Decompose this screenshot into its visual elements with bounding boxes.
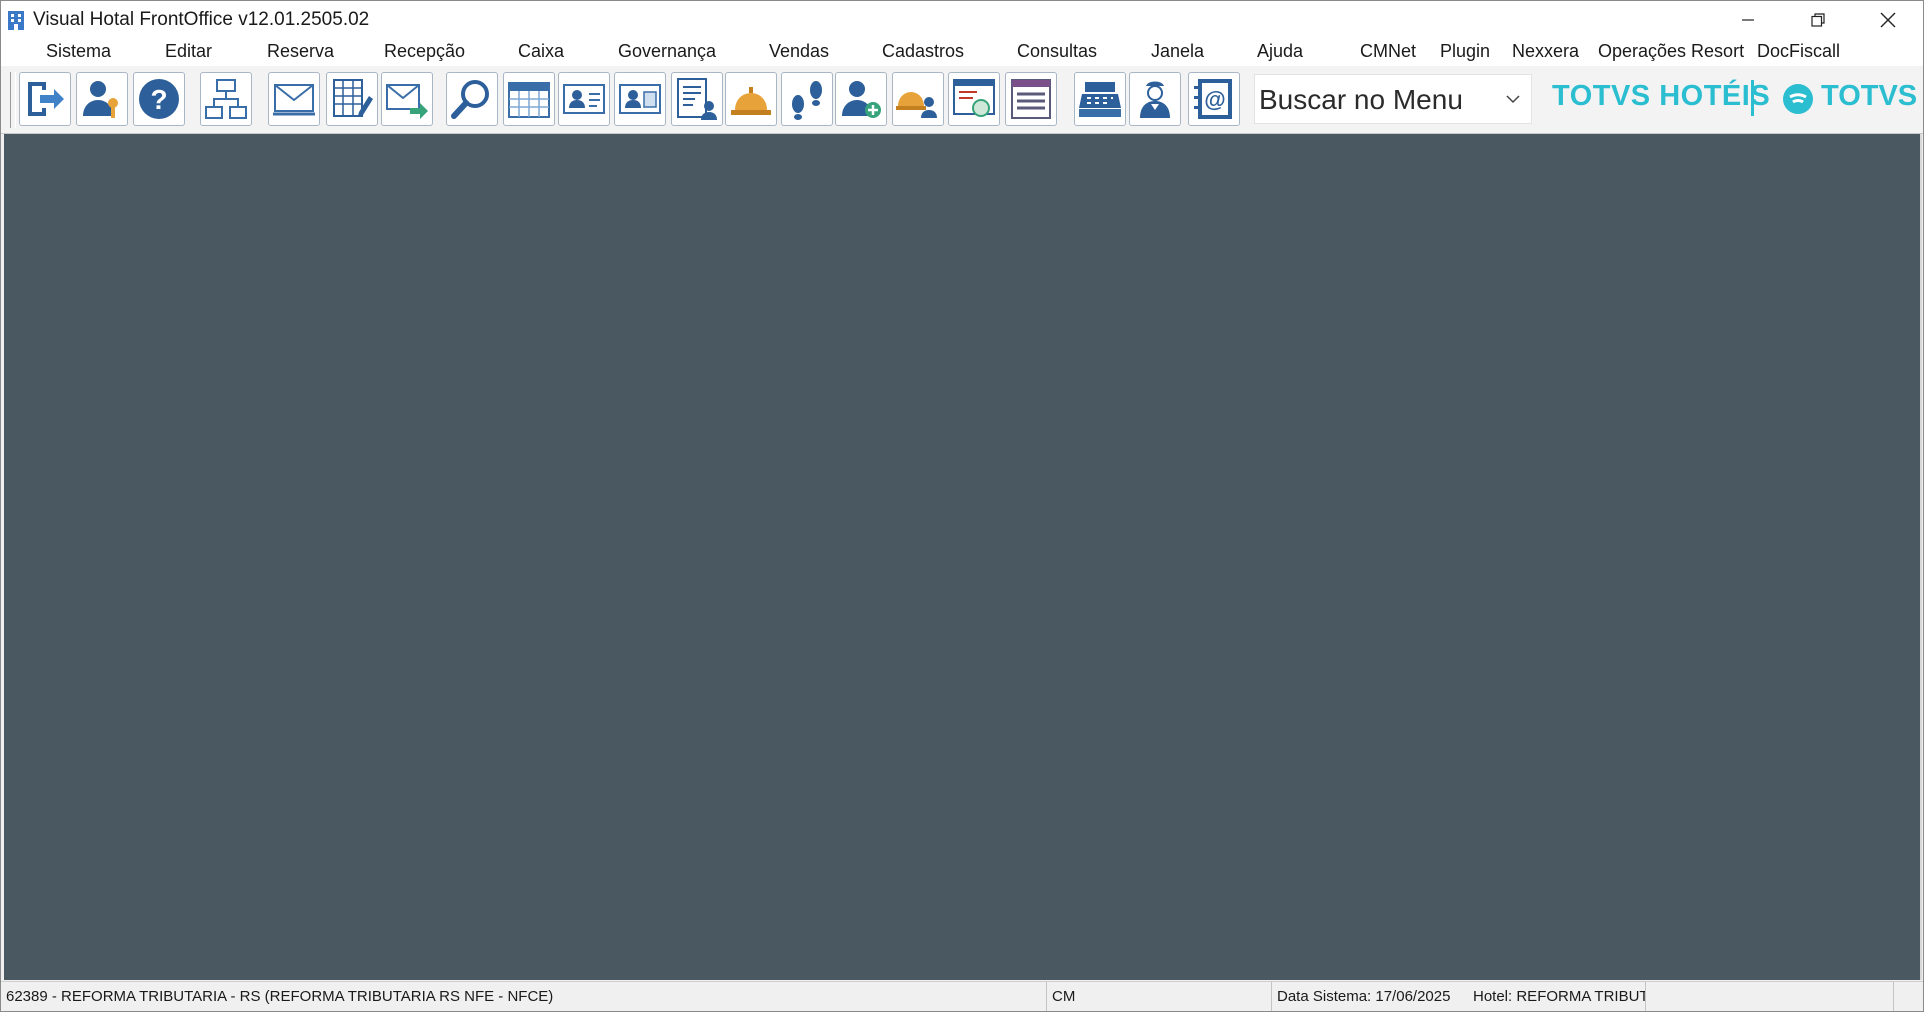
- cash-register-button[interactable]: [1074, 72, 1126, 126]
- calendar-button[interactable]: [503, 72, 555, 126]
- network-icon: [205, 79, 247, 119]
- guest-card-icon: [563, 84, 605, 114]
- status-empty-panel: [1645, 982, 1893, 1011]
- toolbar: ? @ Buscar no Menu TOTVS HOTÉIS TOTVS: [1, 66, 1923, 134]
- search-icon: [451, 80, 489, 119]
- window-title: Visual Hotal FrontOffice v12.01.2505.02: [33, 8, 370, 30]
- spreadsheet-edit-icon: [333, 79, 373, 117]
- menu-plugin[interactable]: Plugin: [1440, 41, 1490, 62]
- menu-caixa[interactable]: Caixa: [518, 41, 564, 62]
- menu-consultas[interactable]: Consultas: [1017, 41, 1097, 62]
- close-button[interactable]: [1853, 1, 1923, 38]
- menu-docfiscall[interactable]: DocFiscall: [1757, 41, 1840, 62]
- list-icon: [1011, 79, 1051, 119]
- help-icon: ?: [139, 79, 179, 119]
- maid-icon: [1140, 81, 1170, 118]
- menu-cadastros[interactable]: Cadastros: [882, 41, 964, 62]
- guest-card-alt-button[interactable]: [614, 72, 666, 126]
- application-window: Visual Hotal FrontOffice v12.01.2505.02 …: [0, 0, 1924, 1012]
- menu-bar: Sistema Editar Reserva Recepção Caixa Go…: [1, 38, 1923, 66]
- menu-governanca[interactable]: Governança: [618, 41, 716, 62]
- hotel-building-icon: [8, 10, 24, 30]
- menu-search-combo[interactable]: [1254, 74, 1532, 125]
- help-button[interactable]: ?: [133, 72, 185, 126]
- menu-nexxera[interactable]: Nexxera: [1512, 41, 1579, 62]
- guest-card-alt-icon: [619, 84, 661, 114]
- list-button[interactable]: [1005, 72, 1057, 126]
- guest-card-button[interactable]: [558, 72, 610, 126]
- status-size-grip[interactable]: [1893, 982, 1923, 1011]
- menu-cmnet[interactable]: CMNet: [1360, 41, 1416, 62]
- invoice-button[interactable]: [948, 72, 1000, 126]
- footprints-icon: [792, 81, 822, 120]
- guest-list-icon: [677, 78, 717, 120]
- svg-text:?: ?: [150, 84, 167, 115]
- footprints-button[interactable]: [781, 72, 833, 126]
- cash-register-icon: [1079, 82, 1121, 117]
- calendar-icon: [508, 82, 550, 118]
- network-button[interactable]: [200, 72, 252, 126]
- menu-operacoes-resort[interactable]: Operações Resort: [1598, 41, 1744, 62]
- guest-list-button[interactable]: [671, 72, 723, 126]
- minimize-icon: [1742, 18, 1754, 21]
- bell-user-icon: [896, 92, 937, 118]
- menu-reserva[interactable]: Reserva: [267, 41, 334, 62]
- status-hotel-name: Hotel: REFORMA TRIBUT: [1473, 988, 1645, 1005]
- brand-divider: [1751, 80, 1754, 116]
- exit-icon: [28, 82, 64, 116]
- maid-button[interactable]: [1129, 72, 1181, 126]
- mail-inbox-button[interactable]: [268, 72, 320, 126]
- add-user-button[interactable]: [835, 72, 887, 126]
- status-hotel-info: 62389 - REFORMA TRIBUTARIA - RS (REFORMA…: [6, 988, 554, 1005]
- invoice-icon: [953, 79, 995, 117]
- bell-user-button[interactable]: [892, 72, 944, 126]
- user-key-icon: [83, 81, 118, 118]
- address-book-button[interactable]: @: [1188, 72, 1240, 126]
- menu-search-input[interactable]: [1255, 75, 1501, 125]
- menu-ajuda[interactable]: Ajuda: [1257, 41, 1303, 62]
- exit-button[interactable]: [19, 72, 71, 126]
- mail-send-icon: [386, 84, 428, 119]
- brand-totvs: TOTVS: [1821, 80, 1918, 112]
- menu-editar[interactable]: Editar: [165, 41, 212, 62]
- restore-button[interactable]: [1783, 1, 1853, 38]
- menu-recepcao[interactable]: Recepção: [384, 41, 465, 62]
- menu-sistema[interactable]: Sistema: [46, 41, 111, 62]
- menu-vendas[interactable]: Vendas: [769, 41, 829, 62]
- mail-send-button[interactable]: [381, 72, 433, 126]
- add-user-icon: [842, 81, 881, 118]
- service-bell-icon: [731, 87, 771, 115]
- chevron-down-icon[interactable]: [1503, 89, 1523, 109]
- search-button[interactable]: [446, 72, 498, 126]
- totvs-logo-icon: [1783, 84, 1813, 114]
- restore-icon: [1811, 12, 1825, 27]
- status-mode: CM: [1046, 982, 1271, 1011]
- status-bar: 62389 - REFORMA TRIBUTARIA - RS (REFORMA…: [1, 981, 1923, 1011]
- spreadsheet-edit-button[interactable]: [326, 72, 378, 126]
- toolbar-grip[interactable]: [10, 72, 16, 128]
- close-icon: [1880, 12, 1896, 27]
- minimize-button[interactable]: [1713, 1, 1783, 38]
- status-system-date: Data Sistema: 17/06/2025: [1271, 982, 1473, 1011]
- menu-janela[interactable]: Janela: [1151, 41, 1204, 62]
- mdi-workspace[interactable]: [4, 134, 1922, 980]
- user-key-button[interactable]: [76, 72, 128, 126]
- svg-text:@: @: [1204, 87, 1225, 112]
- service-bell-button[interactable]: [725, 72, 777, 126]
- address-book-icon: @: [1194, 79, 1232, 119]
- mail-inbox-icon: [273, 84, 315, 116]
- brand-totvs-hoteis: TOTVS HOTÉIS: [1552, 80, 1771, 112]
- title-bar[interactable]: Visual Hotal FrontOffice v12.01.2505.02: [1, 1, 1923, 38]
